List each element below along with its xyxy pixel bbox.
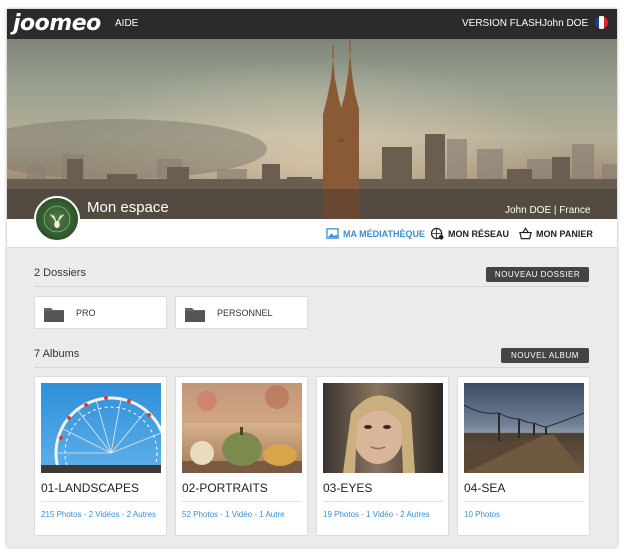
album-stats[interactable]: 215 Photos - 2 Vidéos - 2 Autres <box>41 509 161 520</box>
nav-network[interactable]: MON RÉSEAU <box>431 227 509 240</box>
folders-count: 2 Dossiers <box>34 267 86 279</box>
nav-basket[interactable]: MON PANIER <box>519 227 593 240</box>
basket-icon <box>519 227 532 240</box>
portrait-image <box>343 395 415 473</box>
new-folder-button[interactable]: NOUVEAU DOSSIER <box>486 267 589 282</box>
folder-item-pro[interactable]: PRO <box>34 296 167 329</box>
album-stats[interactable]: 10 Photos <box>464 509 584 520</box>
folder-label: PRO <box>76 308 96 318</box>
user-location: John DOE | France <box>505 205 591 216</box>
pier-image <box>464 404 584 473</box>
albums-count: 7 Albums <box>34 348 80 360</box>
joomeo-logo[interactable]: joomeo <box>13 11 101 36</box>
deer-icon <box>43 205 71 233</box>
folder-label: PERSONNEL <box>217 308 273 318</box>
user-menu[interactable]: John DOE <box>542 18 588 29</box>
avatar[interactable] <box>34 196 80 242</box>
nav-network-label: MON RÉSEAU <box>448 228 510 239</box>
album-stats[interactable]: 52 Photos - 1 Vidéo - 1 Autre <box>182 509 302 520</box>
album-thumbnail <box>464 383 584 473</box>
app-window: joomeo AIDE VERSION FLASH John DOE Mon e… <box>7 9 617 547</box>
flash-version-link[interactable]: VERSION FLASH <box>462 18 542 29</box>
album-card-portraits[interactable]: 02-PORTRAITS 52 Photos - 1 Vidéo - 1 Aut… <box>175 376 308 536</box>
folder-item-personnel[interactable]: PERSONNEL <box>175 296 308 329</box>
folder-icon <box>185 308 205 322</box>
album-card-eyes[interactable]: 03-EYES 19 Photos - 1 Vidéo - 2 Autres <box>316 376 449 536</box>
new-album-button[interactable]: NOUVEL ALBUM <box>501 348 589 363</box>
album-thumbnail <box>323 383 443 473</box>
album-card-sea[interactable]: 04-SEA 10 Photos <box>457 376 590 536</box>
nav-media-library[interactable]: MA MÉDIATHÈQUE <box>326 227 425 240</box>
album-thumbnail <box>41 383 161 473</box>
globe-network-icon <box>431 227 444 240</box>
gourds-image <box>182 383 302 473</box>
nav-media-library-label: MA MÉDIATHÈQUE <box>343 228 425 239</box>
page-title: Mon espace <box>87 199 169 216</box>
help-link[interactable]: AIDE <box>115 18 138 29</box>
album-title: 02-PORTRAITS <box>182 481 268 495</box>
french-flag-icon[interactable] <box>595 16 608 29</box>
album-title: 03-EYES <box>323 481 373 495</box>
album-stats[interactable]: 19 Photos - 1 Vidéo - 2 Autres <box>323 509 443 520</box>
album-card-landscapes[interactable]: 01-LANDSCAPES 215 Photos - 2 Vidéos - 2 … <box>34 376 167 536</box>
album-title: 04-SEA <box>464 481 506 495</box>
image-icon <box>326 228 339 239</box>
nav-basket-label: MON PANIER <box>536 228 593 239</box>
folder-icon <box>44 308 64 322</box>
top-bar: joomeo AIDE VERSION FLASH John DOE <box>7 9 617 39</box>
album-thumbnail <box>182 383 302 473</box>
ferris-wheel-image <box>41 396 161 473</box>
section-nav: MA MÉDIATHÈQUE MON RÉSEAU MON PANIER <box>7 219 617 248</box>
album-title: 01-LANDSCAPES <box>41 481 140 495</box>
cover-banner: Mon espace John DOE | France <box>7 39 617 219</box>
